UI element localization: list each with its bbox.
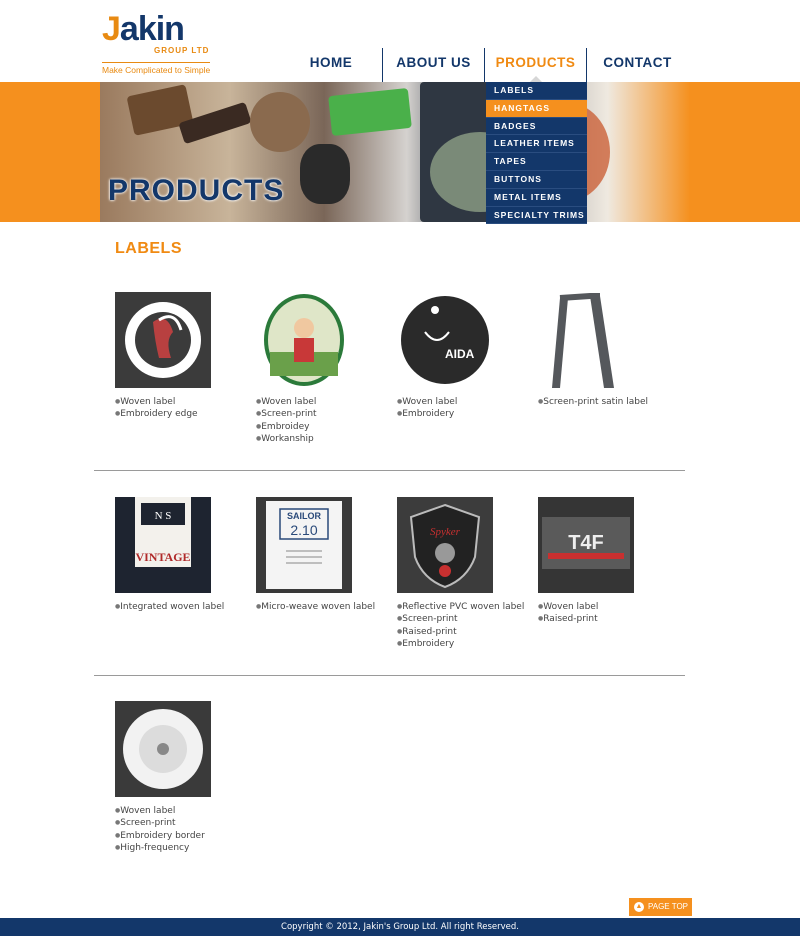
svg-text:VINTAGE: VINTAGE (135, 550, 190, 564)
svg-text:Spyker: Spyker (430, 526, 461, 538)
dropdown-item-badges[interactable]: BADGES (486, 118, 587, 136)
dropdown-item-leather-items[interactable]: LEATHER ITEMS (486, 135, 587, 154)
dropdown-item-tapes[interactable]: TAPES (486, 153, 587, 171)
product-card: SAILOR 2.10 Micro-weave woven label (256, 497, 376, 613)
product-card: Woven label Embroidery edge (115, 292, 235, 421)
feature-list: Micro-weave woven label (256, 601, 376, 613)
label-emblem (264, 294, 344, 386)
product-image[interactable] (115, 701, 211, 797)
feature-item: Reflective PVC woven label (397, 601, 524, 613)
feature-item: High-frequency (115, 842, 235, 854)
product-card: Spyker Reflective PVC woven label Screen… (397, 497, 524, 651)
product-image[interactable]: AIDA (397, 292, 493, 388)
feature-list: Woven label Screen-print Embroidey Worka… (256, 396, 376, 446)
page-top-label: PAGE TOP (647, 902, 688, 911)
product-card: AIDA Woven label Embroidery (397, 292, 517, 421)
product-card: N S VINTAGE Integrated woven label (115, 497, 235, 613)
feature-item: Integrated woven label (115, 601, 235, 613)
feature-item: Screen-print satin label (538, 396, 658, 408)
feature-list: Screen-print satin label (538, 396, 658, 408)
feature-item: Raised-print (397, 626, 517, 638)
product-image[interactable]: N S VINTAGE (115, 497, 211, 593)
feature-list: Woven label Raised-print (538, 601, 658, 626)
feature-item: Woven label (397, 396, 517, 408)
feature-item: Screen-print (115, 817, 235, 829)
site-footer: Copyright © 2012, Jakin's Group Ltd. All… (0, 918, 800, 936)
product-card: T4F Woven label Raised-print (538, 497, 658, 626)
site-header: Jakin GROUP LTD Make Complicated to Simp… (0, 0, 800, 82)
product-card: Woven label Screen-print Embroidery bord… (115, 701, 235, 855)
feature-item: Embroidey (256, 421, 376, 433)
svg-text:N S: N S (155, 510, 172, 522)
feature-list: Integrated woven label (115, 601, 235, 613)
dropdown-item-specialty-trims[interactable]: SPECIALTY TRIMS (486, 207, 587, 225)
feature-item: Raised-print (538, 613, 658, 625)
product-card: Screen-print satin label (538, 292, 658, 408)
banner-patch (250, 92, 310, 152)
product-image[interactable]: SAILOR 2.10 (256, 497, 352, 593)
feature-item: Woven label (538, 601, 658, 613)
dropdown-item-metal-items[interactable]: METAL ITEMS (486, 189, 587, 207)
label-emblem: AIDA (401, 296, 489, 384)
dropdown-item-labels[interactable]: LABELS (486, 82, 587, 100)
label-emblem (123, 709, 203, 789)
feature-item: Embroidery (397, 408, 517, 420)
label-emblem: Spyker (409, 503, 481, 589)
page-top-button[interactable]: ▲ PAGE TOP (629, 898, 692, 916)
label-emblem: SAILOR 2.10 (266, 501, 342, 589)
nav-contact[interactable]: CONTACT (586, 48, 688, 82)
section-divider (94, 675, 685, 676)
svg-text:AIDA: AIDA (445, 347, 475, 361)
label-emblem (125, 302, 201, 378)
feature-item: Woven label (115, 396, 235, 408)
logo-wordmark: Jakin (102, 10, 185, 48)
svg-text:T4F: T4F (568, 532, 604, 554)
product-image[interactable]: Spyker (397, 497, 493, 593)
site-logo[interactable]: Jakin GROUP LTD Make Complicated to Simp… (102, 10, 214, 75)
svg-text:SAILOR: SAILOR (287, 511, 322, 521)
product-card: Woven label Screen-print Embroidey Worka… (256, 292, 376, 446)
feature-item: Screen-print (256, 408, 376, 420)
feature-list: Woven label Embroidery (397, 396, 517, 421)
logo-group-text: GROUP LTD (154, 46, 210, 55)
label-emblem: N S VINTAGE (135, 497, 191, 593)
feature-list: Reflective PVC woven label Screen-print … (397, 601, 524, 651)
products-dropdown-menu: LABELS HANGTAGS BADGES LEATHER ITEMS TAP… (486, 82, 587, 225)
feature-item: Embroidery border (115, 830, 235, 842)
label-emblem: T4F (542, 517, 630, 569)
product-image[interactable] (115, 292, 211, 388)
main-nav: HOME ABOUT US PRODUCTS CONTACT (280, 48, 688, 82)
logo-tagline: Make Complicated to Simple (102, 62, 211, 75)
nav-home[interactable]: HOME (280, 48, 382, 82)
dropdown-item-buttons[interactable]: BUTTONS (486, 171, 587, 189)
nav-products[interactable]: PRODUCTS (484, 48, 586, 82)
feature-item: Embroidery edge (115, 408, 235, 420)
banner-title: PRODUCTS (108, 174, 285, 207)
feature-item: Micro-weave woven label (256, 601, 376, 613)
copyright-text: Copyright © 2012, Jakin's Group Ltd. All… (281, 922, 519, 932)
product-image[interactable] (256, 292, 352, 388)
product-image[interactable]: T4F (538, 497, 634, 593)
section-title: LABELS (115, 240, 182, 257)
banner-patch (300, 144, 350, 204)
arrow-up-icon: ▲ (634, 902, 644, 912)
feature-list: Woven label Screen-print Embroidery bord… (115, 805, 235, 855)
feature-item: Workanship (256, 433, 376, 445)
svg-text:2.10: 2.10 (290, 522, 317, 538)
nav-about-us[interactable]: ABOUT US (382, 48, 484, 82)
products-banner: PRODUCTS (0, 82, 800, 222)
section-divider (94, 470, 685, 471)
feature-item: Woven label (256, 396, 376, 408)
feature-list: Woven label Embroidery edge (115, 396, 235, 421)
feature-item: Screen-print (397, 613, 517, 625)
dropdown-item-hangtags[interactable]: HANGTAGS (486, 99, 587, 118)
feature-item: Woven label (115, 805, 235, 817)
feature-item: Embroidery (397, 638, 517, 650)
product-image[interactable] (538, 292, 634, 388)
label-emblem (552, 293, 614, 388)
banner-patch (328, 87, 412, 137)
